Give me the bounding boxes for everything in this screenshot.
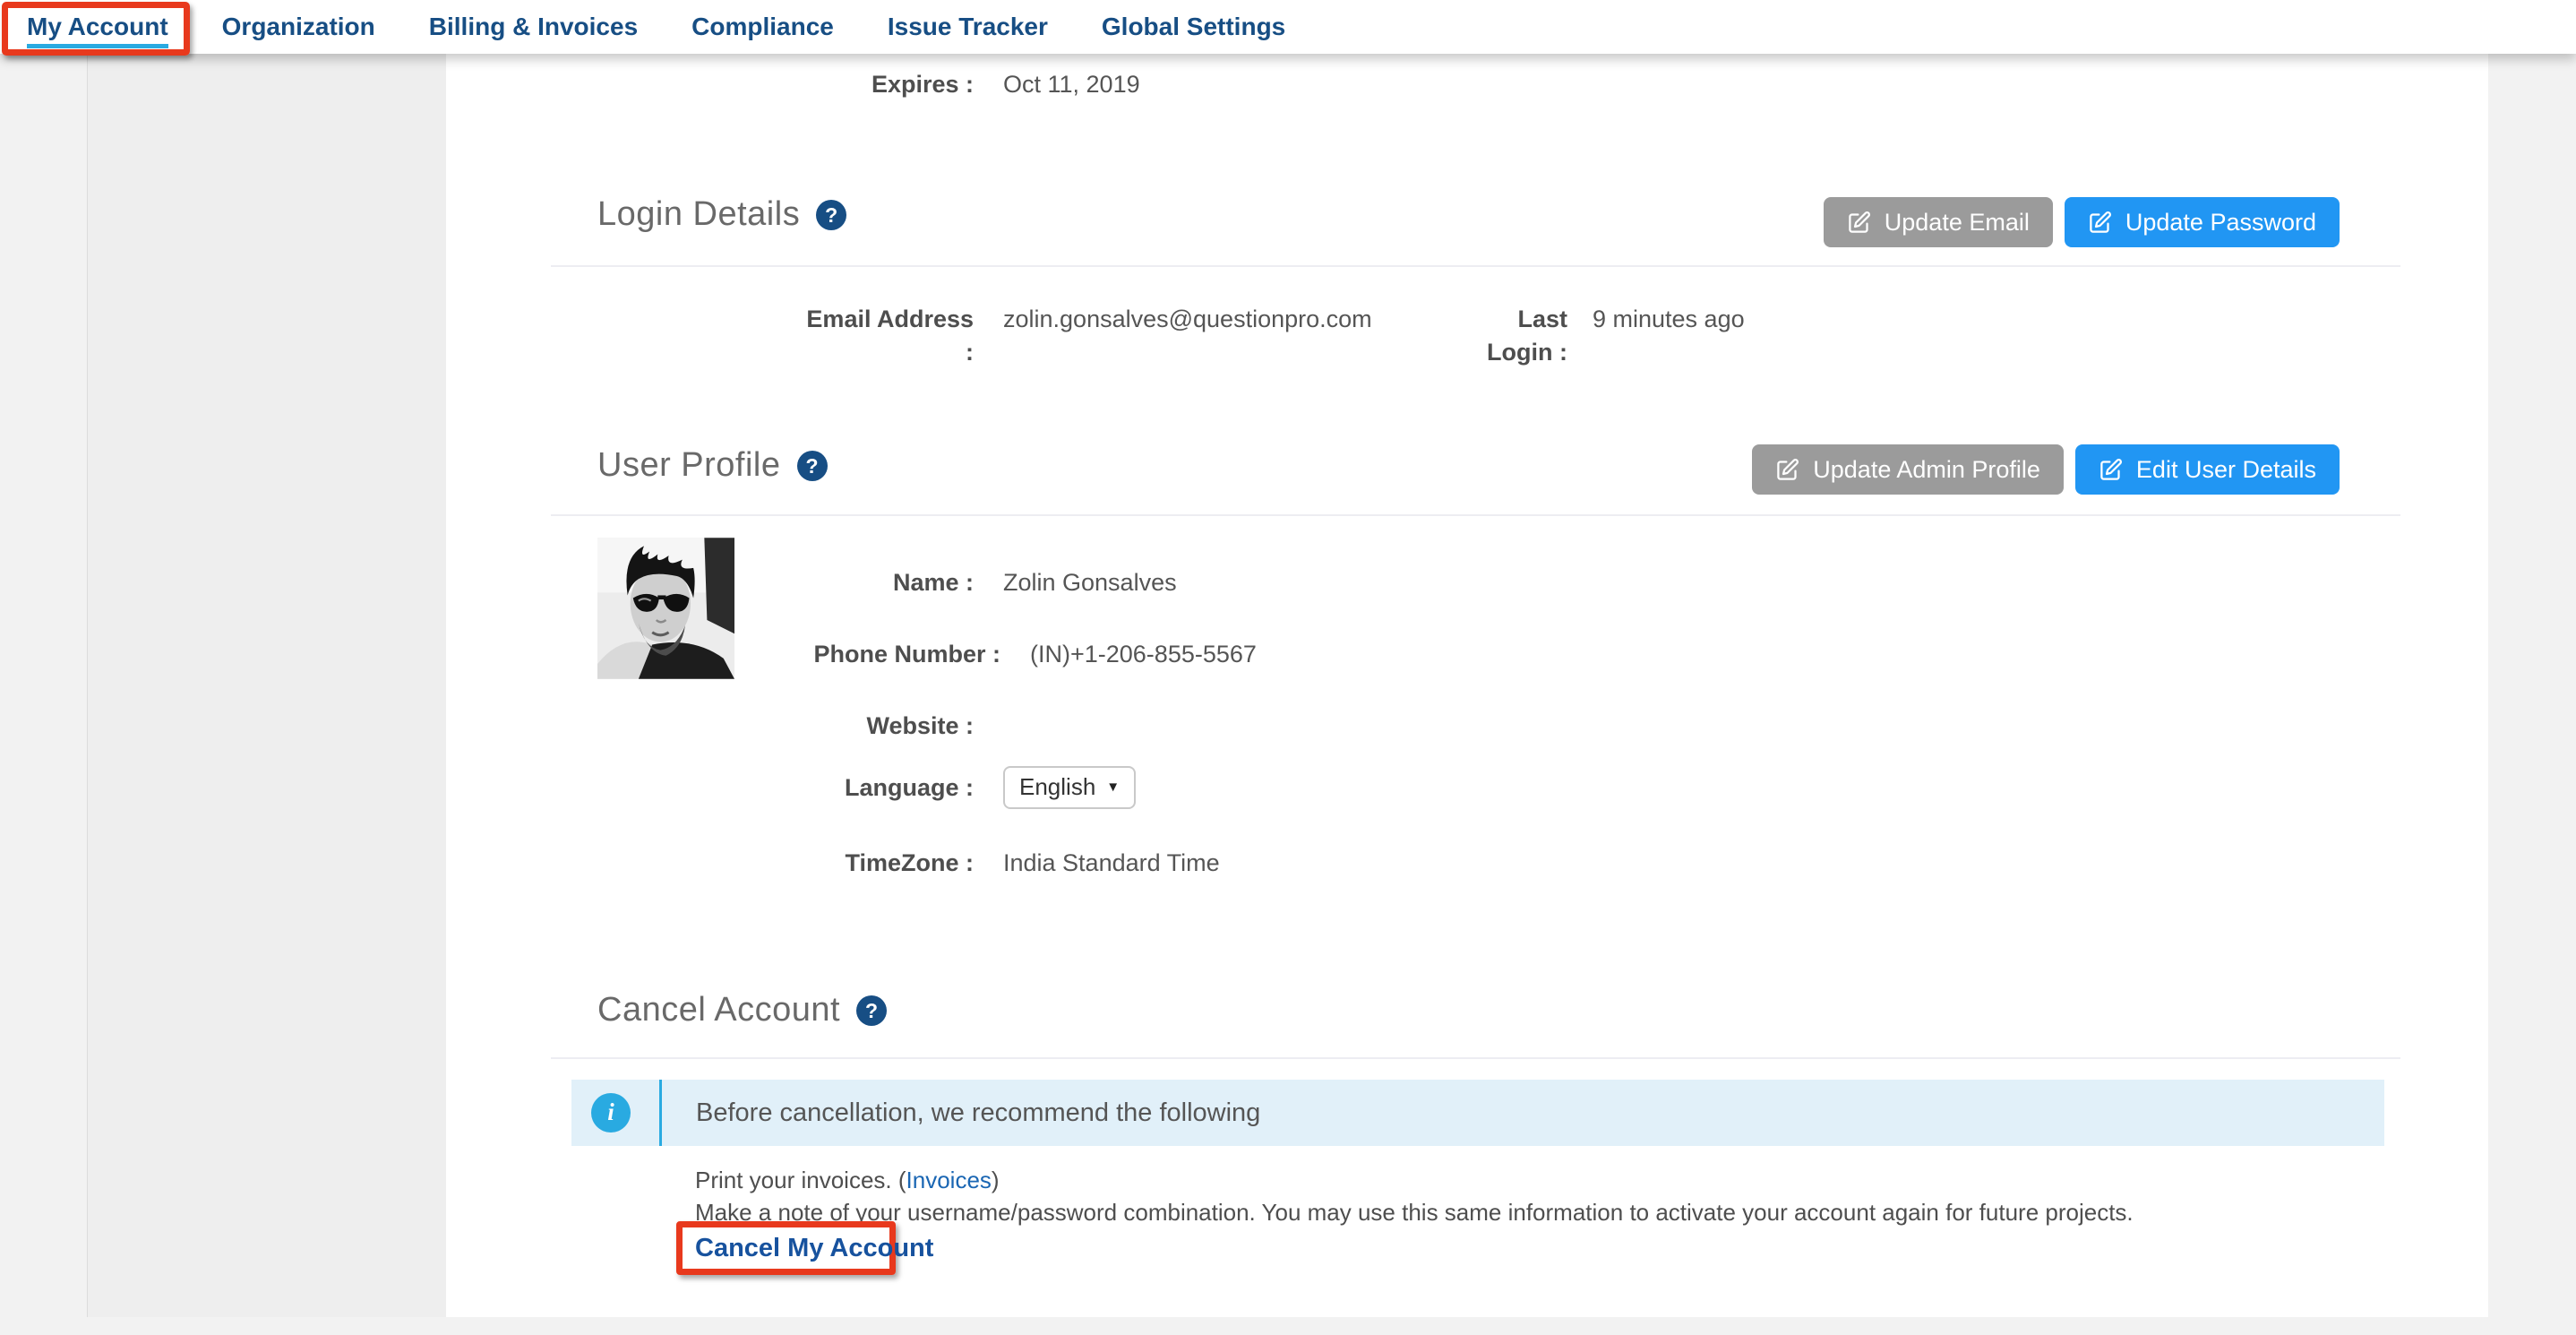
- edit-user-details-button[interactable]: Edit User Details: [2075, 444, 2340, 495]
- profile-photo: [597, 538, 734, 679]
- email-address-value: zolin.gonsalves@questionpro.com: [1003, 303, 1469, 336]
- edit-icon: [2088, 211, 2112, 235]
- timezone-label: TimeZone :: [803, 847, 974, 880]
- phone-row: Phone Number : (IN)+1-206-855-5567: [803, 638, 1257, 671]
- timezone-row: TimeZone : India Standard Time: [803, 847, 1220, 880]
- invoices-link[interactable]: Invoices: [906, 1167, 992, 1193]
- help-icon[interactable]: ?: [856, 995, 887, 1026]
- notice-title: Before cancellation, we recommend the fo…: [696, 1098, 1260, 1128]
- phone-label: Phone Number :: [803, 638, 1000, 671]
- phone-value: (IN)+1-206-855-5567: [1030, 638, 1257, 671]
- main-content: Expires : Oct 11, 2019 Login Details ? U…: [446, 54, 2488, 1317]
- language-label: Language :: [803, 771, 974, 805]
- section-divider: [551, 514, 2400, 516]
- login-details-header: Login Details ?: [597, 195, 846, 234]
- cancel-account-title: Cancel Account: [597, 991, 840, 1029]
- invoices-line: Print your invoices. (Invoices): [695, 1165, 1000, 1195]
- note-line: Make a note of your username/password co…: [695, 1197, 2134, 1227]
- update-email-label: Update Email: [1885, 209, 2030, 237]
- update-email-button[interactable]: Update Email: [1824, 197, 2053, 247]
- name-label: Name :: [803, 566, 974, 599]
- invoices-line-suffix: ): [992, 1167, 1000, 1193]
- language-dropdown[interactable]: English ▼: [1003, 766, 1136, 809]
- edit-icon: [1847, 211, 1871, 235]
- tab-billing-invoices[interactable]: Billing & Invoices: [429, 13, 638, 41]
- invoices-line-prefix: Print your invoices. (: [695, 1167, 906, 1193]
- expires-label: Expires :: [803, 68, 974, 101]
- tab-compliance[interactable]: Compliance: [691, 13, 834, 41]
- info-icon: i: [591, 1093, 631, 1133]
- login-details-actions: Update Email Update Password: [1824, 197, 2340, 247]
- website-label: Website :: [803, 710, 974, 743]
- annotation-box-cancel: Cancel My Account: [676, 1221, 896, 1275]
- last-login-label: Last Login :: [1469, 303, 1567, 369]
- edit-user-details-label: Edit User Details: [2136, 456, 2316, 484]
- edit-icon: [2099, 458, 2123, 482]
- update-admin-profile-button[interactable]: Update Admin Profile: [1752, 444, 2064, 495]
- login-details-title: Login Details: [597, 195, 800, 234]
- email-address-label: Email Address :: [803, 303, 974, 369]
- user-profile-actions: Update Admin Profile Edit User Details: [1752, 444, 2340, 495]
- expires-value: Oct 11, 2019: [1003, 68, 1140, 101]
- section-divider: [551, 1057, 2400, 1059]
- tab-my-account[interactable]: My Account: [27, 13, 168, 41]
- help-icon[interactable]: ?: [797, 451, 828, 481]
- tab-global-settings[interactable]: Global Settings: [1102, 13, 1285, 41]
- top-navigation: My Account Organization Billing & Invoic…: [0, 0, 2576, 54]
- update-admin-profile-label: Update Admin Profile: [1813, 456, 2040, 484]
- chevron-down-icon: ▼: [1106, 779, 1120, 795]
- notice-accent-bar: [659, 1080, 662, 1146]
- sidebar-panel: [87, 54, 446, 1317]
- account-settings-page: My Account Organization Billing & Invoic…: [0, 0, 2576, 1335]
- name-row: Name : Zolin Gonsalves: [803, 566, 1177, 599]
- language-selected-value: English: [1019, 773, 1095, 801]
- update-password-label: Update Password: [2125, 209, 2316, 237]
- website-row: Website :: [803, 710, 1003, 743]
- cancel-account-header: Cancel Account ?: [597, 991, 887, 1029]
- last-login-value: 9 minutes ago: [1593, 303, 1745, 336]
- tab-issue-tracker[interactable]: Issue Tracker: [888, 13, 1048, 41]
- help-icon[interactable]: ?: [816, 200, 846, 230]
- expires-row: Expires : Oct 11, 2019: [803, 68, 1140, 101]
- cancel-my-account-link[interactable]: Cancel My Account: [695, 1234, 933, 1263]
- edit-icon: [1775, 458, 1799, 482]
- cancellation-notice: i Before cancellation, we recommend the …: [571, 1080, 2384, 1146]
- update-password-button[interactable]: Update Password: [2065, 197, 2340, 247]
- email-row: Email Address : zolin.gonsalves@question…: [803, 303, 1745, 369]
- timezone-value: India Standard Time: [1003, 847, 1220, 880]
- user-profile-title: User Profile: [597, 446, 781, 485]
- section-divider: [551, 265, 2400, 267]
- name-value: Zolin Gonsalves: [1003, 566, 1177, 599]
- user-profile-header: User Profile ?: [597, 446, 828, 485]
- tab-organization[interactable]: Organization: [222, 13, 375, 41]
- language-row: Language : English ▼: [803, 766, 1136, 809]
